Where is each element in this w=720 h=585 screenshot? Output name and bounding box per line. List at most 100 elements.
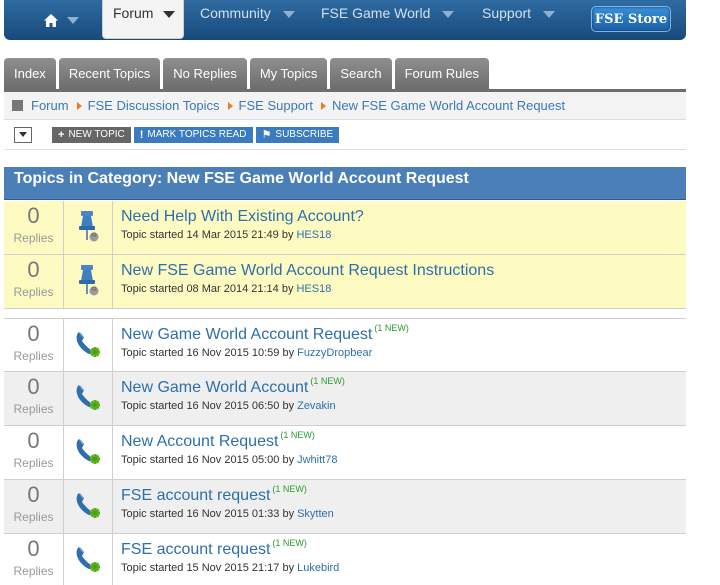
new-topic-phone-icon (73, 436, 103, 469)
nav-community-label: Community (200, 5, 271, 21)
topic-status-cell (64, 372, 113, 425)
topic-info: FSE account request (1 NEW) Topic started … (113, 534, 339, 585)
chevron-down-icon (442, 11, 455, 18)
topic-started-label: Topic started (121, 400, 184, 412)
topic-author-link[interactable]: FuzzyDropbear (297, 347, 372, 359)
topic-row: 0 Replies New Game World Account Request(… (4, 318, 686, 372)
tab-no-replies[interactable]: No Replies (163, 58, 247, 89)
new-posts-badge[interactable]: (1 NEW) (272, 484, 307, 494)
reply-count-label: Replies (13, 564, 54, 578)
topic-author-link[interactable]: Jwhitt78 (297, 454, 337, 466)
topic-title-link[interactable]: FSE account request (121, 486, 270, 506)
reply-count-label: Replies (13, 402, 54, 416)
topic-author-link[interactable]: HES18 (296, 283, 331, 295)
topic-row: 0 Replies New Account Request (1 NEW) Topic… (4, 426, 686, 480)
topic-author-link[interactable]: HES18 (296, 229, 331, 241)
topic-date: 14 Mar 2015 21:49 (186, 229, 279, 241)
tab-recent-topics[interactable]: Recent Topics (58, 58, 161, 89)
nav-support-label: Support (482, 5, 532, 21)
chevron-down-icon (163, 11, 176, 18)
topic-row: 0 Replies Need Help With Existing Account… (4, 201, 686, 255)
reply-count-label: Replies (13, 456, 54, 470)
topic-title-link[interactable]: New Game World Account Request (121, 325, 372, 345)
topic-date: 08 Mar 2014 21:14 (186, 283, 279, 295)
topic-title-link[interactable]: FSE account request (121, 540, 270, 560)
topic-date: 16 Nov 2015 01:33 (186, 508, 280, 520)
tab-forum-rules[interactable]: Forum Rules (394, 58, 490, 89)
topic-by-label: by (281, 283, 294, 295)
tab-my-topics[interactable]: My Topics (249, 58, 328, 89)
topic-title-link[interactable]: New FSE Game World Account Request Instr… (121, 261, 494, 281)
chevron-down-icon (19, 132, 27, 137)
topic-date: 16 Nov 2015 05:00 (186, 454, 280, 466)
reply-count-label: Replies (13, 231, 54, 245)
home-menu[interactable] (32, 0, 90, 40)
tab-search[interactable]: Search (330, 58, 392, 89)
tab-index[interactable]: Index (4, 58, 56, 89)
reply-count: 0 Replies (4, 426, 64, 479)
new-posts-badge[interactable]: (1 NEW) (374, 323, 409, 333)
reply-count-value: 0 (27, 203, 40, 228)
pinned-topic-icon (76, 209, 100, 246)
topic-date: 16 Nov 2015 06:50 (186, 400, 280, 412)
mark-topics-read-label: MARK TOPICS READ (147, 129, 247, 140)
reply-count: 0 Replies (4, 372, 64, 425)
plus-icon: + (58, 128, 65, 141)
nav-support[interactable]: Support (482, 5, 556, 21)
category-header: Topics in Category: New FSE Game World A… (4, 167, 686, 200)
nav-fse-game-world[interactable]: FSE Game World (321, 5, 455, 21)
topic-by-label: by (281, 229, 294, 241)
topic-started-label: Topic started (121, 229, 184, 241)
home-icon (44, 13, 58, 27)
breadcrumb-arrow-icon (227, 101, 233, 110)
topic-author-link[interactable]: Zevakin (297, 400, 336, 412)
forum-square-icon (12, 100, 23, 111)
breadcrumb-forum[interactable]: Forum (31, 98, 69, 113)
topic-row: 0 Replies New Game World Account (1 NEW) To… (4, 372, 686, 426)
chevron-down-icon (67, 16, 79, 24)
topic-by-label: by (282, 400, 295, 412)
mark-topics-read-button[interactable]: ! MARK TOPICS READ (133, 126, 253, 143)
reply-count: 0 Replies (4, 201, 64, 254)
topic-started-label: Topic started (121, 454, 184, 466)
new-topic-button[interactable]: + NEW TOPIC (52, 126, 131, 143)
breadcrumb-fse-support[interactable]: FSE Support (239, 98, 313, 113)
topic-meta: Topic started 14 Mar 2015 21:49 by HES18 (121, 229, 366, 241)
breadcrumb-discussion-topics[interactable]: FSE Discussion Topics (88, 98, 220, 113)
reply-count-value: 0 (27, 257, 40, 282)
topic-row: 0 Replies New FSE Game World Account Requ… (4, 255, 686, 309)
nav-community[interactable]: Community (200, 5, 295, 21)
reply-count: 0 Replies (4, 319, 64, 371)
forum-tabs: Index Recent Topics No Replies My Topics… (4, 58, 490, 89)
topic-title-link[interactable]: New Game World Account (121, 378, 308, 398)
reply-count-label: Replies (13, 349, 54, 363)
chevron-down-icon (282, 11, 295, 18)
new-posts-badge[interactable]: (1 NEW) (280, 430, 315, 440)
flag-icon: ⚑ (261, 129, 272, 141)
reply-count-label: Replies (13, 510, 54, 524)
new-topic-phone-icon (73, 490, 103, 523)
nav-forum[interactable]: Forum (102, 0, 184, 39)
topic-started-label: Topic started (121, 508, 184, 520)
topic-by-label: by (282, 508, 295, 520)
nav-forum-label: Forum (113, 5, 154, 21)
topic-title-link[interactable]: New Account Request (121, 432, 278, 452)
topic-info: New FSE Game World Account Request Instr… (113, 255, 496, 308)
new-posts-badge[interactable]: (1 NEW) (310, 376, 345, 386)
breadcrumb-current[interactable]: New FSE Game World Account Request (332, 98, 565, 113)
fse-store-button[interactable]: FSE Store (591, 6, 671, 32)
subscribe-button[interactable]: ⚑ SUBSCRIBE (255, 126, 340, 143)
topic-title-link[interactable]: Need Help With Existing Account? (121, 207, 364, 227)
reply-count-value: 0 (27, 536, 40, 561)
new-posts-badge[interactable]: (1 NEW) (272, 538, 307, 548)
action-bar: + NEW TOPIC ! MARK TOPICS READ ⚑ SUBSCRI… (4, 120, 686, 150)
topic-info: New Game World Account Request (1 NEW) Top… (113, 319, 409, 371)
chevron-down-icon (543, 11, 556, 18)
topic-author-link[interactable]: Lukebird (297, 562, 339, 574)
topic-row: 0 Replies FSE account request (1 NEW) Topic… (4, 480, 686, 534)
topic-author-link[interactable]: Skytten (297, 508, 334, 520)
topic-started-label: Topic started (121, 283, 184, 295)
topic-status-cell (64, 534, 113, 585)
options-dropdown[interactable] (14, 126, 32, 143)
reply-count-value: 0 (27, 374, 40, 399)
